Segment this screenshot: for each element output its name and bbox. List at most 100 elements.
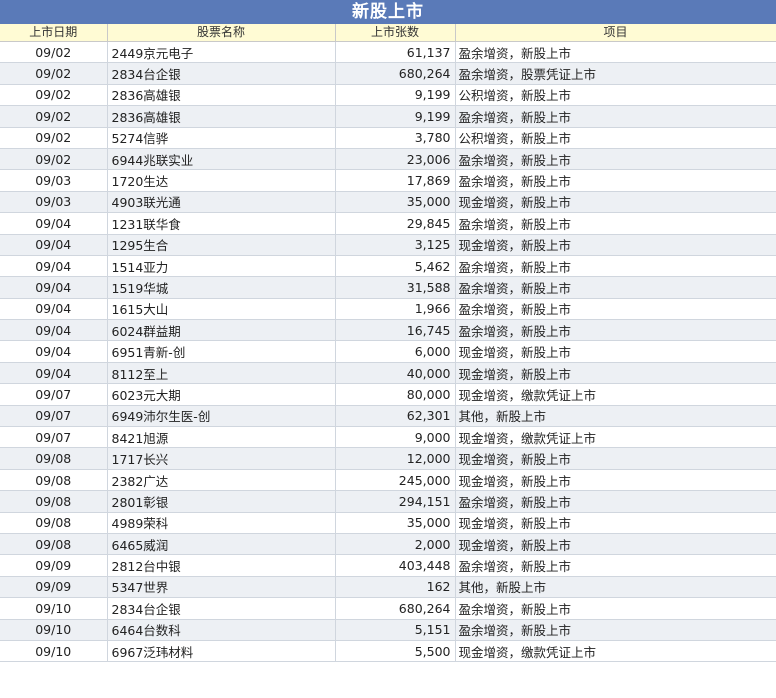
volume-cell[interactable]: 5,151 [335,619,456,641]
volume-cell[interactable]: 403,448 [335,554,456,577]
stock-name-cell[interactable]: 4989荣科 [107,512,336,534]
stock-name-cell[interactable]: 2836高雄银 [107,105,336,128]
item-cell[interactable]: 盈余增资，新股上市 [455,41,776,64]
table-row[interactable]: 09/09 5347世界 162 其他，新股上市 [0,576,776,599]
volume-cell[interactable]: 40,000 [335,362,456,385]
table-row[interactable]: 09/03 1720生达 17,869 盈余增资，新股上市 [0,169,776,192]
table-row[interactable]: 09/02 5274信骅 3,780 公积增资，新股上市 [0,127,776,149]
date-cell[interactable]: 09/07 [0,383,108,406]
volume-cell[interactable]: 12,000 [335,447,456,470]
date-cell[interactable]: 09/02 [0,62,108,85]
date-cell[interactable]: 09/08 [0,490,108,513]
date-cell[interactable]: 09/02 [0,41,108,64]
item-cell[interactable]: 现金增资，新股上市 [455,469,776,492]
volume-cell[interactable]: 5,500 [335,640,456,663]
table-row[interactable]: 09/07 8421旭源 9,000 现金增资，缴款凭证上市 [0,426,776,449]
volume-cell[interactable]: 9,199 [335,84,456,107]
volume-cell[interactable]: 16,745 [335,319,456,342]
date-cell[interactable]: 09/02 [0,84,108,107]
date-cell[interactable]: 09/08 [0,469,108,492]
stock-name-cell[interactable]: 6024群益期 [107,319,336,342]
table-row[interactable]: 09/02 6944兆联实业 23,006 盈余增资，新股上市 [0,148,776,171]
column-header-stock-name[interactable]: 股票名称 [107,24,336,42]
stock-name-cell[interactable]: 2812台中银 [107,554,336,577]
date-cell[interactable]: 09/03 [0,169,108,192]
item-cell[interactable]: 盈余增资，新股上市 [455,148,776,171]
item-cell[interactable]: 现金增资，新股上市 [455,533,776,556]
stock-name-cell[interactable]: 1514亚力 [107,255,336,278]
item-cell[interactable]: 盈余增资，新股上市 [455,276,776,299]
item-cell[interactable]: 现金增资，新股上市 [455,234,776,256]
date-cell[interactable]: 09/08 [0,533,108,556]
date-cell[interactable]: 09/04 [0,234,108,256]
volume-cell[interactable]: 31,588 [335,276,456,299]
volume-cell[interactable]: 35,000 [335,191,456,214]
date-cell[interactable]: 09/07 [0,405,108,428]
table-row[interactable]: 09/08 2801彰银 294,151 盈余增资，新股上市 [0,490,776,513]
table-row[interactable]: 09/02 2449京元电子 61,137 盈余增资，新股上市 [0,41,776,64]
item-cell[interactable]: 现金增资，新股上市 [455,362,776,385]
stock-name-cell[interactable]: 5274信骅 [107,127,336,149]
stock-name-cell[interactable]: 1295生合 [107,234,336,256]
date-cell[interactable]: 09/04 [0,319,108,342]
volume-cell[interactable]: 9,199 [335,105,456,128]
table-row[interactable]: 09/04 6024群益期 16,745 盈余增资，新股上市 [0,319,776,342]
stock-name-cell[interactable]: 2449京元电子 [107,41,336,64]
stock-name-cell[interactable]: 6949沛尔生医-创 [107,405,336,428]
stock-name-cell[interactable]: 8421旭源 [107,426,336,449]
stock-name-cell[interactable]: 2834台企银 [107,62,336,85]
item-cell[interactable]: 盈余增资，新股上市 [455,169,776,192]
table-row[interactable]: 09/02 2836高雄银 9,199 公积增资，新股上市 [0,84,776,107]
item-cell[interactable]: 其他，新股上市 [455,576,776,599]
date-cell[interactable]: 09/08 [0,512,108,534]
table-row[interactable]: 09/10 2834台企银 680,264 盈余增资，新股上市 [0,597,776,620]
volume-cell[interactable]: 9,000 [335,426,456,449]
table-row[interactable]: 09/04 1519华城 31,588 盈余增资，新股上市 [0,276,776,299]
stock-name-cell[interactable]: 2382广达 [107,469,336,492]
date-cell[interactable]: 09/10 [0,619,108,641]
stock-name-cell[interactable]: 6944兆联实业 [107,148,336,171]
stock-name-cell[interactable]: 2801彰银 [107,490,336,513]
volume-cell[interactable]: 62,301 [335,405,456,428]
item-cell[interactable]: 盈余增资，新股上市 [455,298,776,321]
table-row[interactable]: 09/10 6464台数科 5,151 盈余增资，新股上市 [0,619,776,641]
date-cell[interactable]: 09/09 [0,554,108,577]
table-row[interactable]: 09/02 2834台企银 680,264 盈余增资，股票凭证上市 [0,62,776,85]
stock-name-cell[interactable]: 8112至上 [107,362,336,385]
table-row[interactable]: 09/03 4903联光通 35,000 现金增资，新股上市 [0,191,776,214]
stock-name-cell[interactable]: 1720生达 [107,169,336,192]
volume-cell[interactable]: 3,780 [335,127,456,149]
column-header-volume[interactable]: 上市张数 [335,24,456,42]
item-cell[interactable]: 盈余增资，新股上市 [455,212,776,235]
item-cell[interactable]: 现金增资，新股上市 [455,340,776,363]
table-row[interactable]: 09/04 1295生合 3,125 现金增资，新股上市 [0,234,776,256]
volume-cell[interactable]: 1,966 [335,298,456,321]
table-row[interactable]: 09/09 2812台中银 403,448 盈余增资，新股上市 [0,554,776,577]
stock-name-cell[interactable]: 6951青新-创 [107,340,336,363]
date-cell[interactable]: 09/08 [0,447,108,470]
column-header-date[interactable]: 上市日期 [0,24,108,42]
item-cell[interactable]: 公积增资，新股上市 [455,127,776,149]
date-cell[interactable]: 09/04 [0,255,108,278]
item-cell[interactable]: 盈余增资，新股上市 [455,554,776,577]
date-cell[interactable]: 09/04 [0,362,108,385]
stock-name-cell[interactable]: 1615大山 [107,298,336,321]
stock-name-cell[interactable]: 6023元大期 [107,383,336,406]
item-cell[interactable]: 公积增资，新股上市 [455,84,776,107]
volume-cell[interactable]: 680,264 [335,62,456,85]
date-cell[interactable]: 09/04 [0,298,108,321]
date-cell[interactable]: 09/07 [0,426,108,449]
date-cell[interactable]: 09/09 [0,576,108,599]
table-row[interactable]: 09/07 6949沛尔生医-创 62,301 其他，新股上市 [0,405,776,428]
stock-name-cell[interactable]: 2836高雄银 [107,84,336,107]
volume-cell[interactable]: 245,000 [335,469,456,492]
table-row[interactable]: 09/08 6465威润 2,000 现金增资，新股上市 [0,533,776,556]
item-cell[interactable]: 盈余增资，新股上市 [455,619,776,641]
table-row[interactable]: 09/04 1514亚力 5,462 盈余增资，新股上市 [0,255,776,278]
volume-cell[interactable]: 35,000 [335,512,456,534]
table-row[interactable]: 09/02 2836高雄银 9,199 盈余增资，新股上市 [0,105,776,128]
stock-name-cell[interactable]: 5347世界 [107,576,336,599]
volume-cell[interactable]: 2,000 [335,533,456,556]
stock-name-cell[interactable]: 1717长兴 [107,447,336,470]
column-header-item[interactable]: 项目 [455,24,776,42]
